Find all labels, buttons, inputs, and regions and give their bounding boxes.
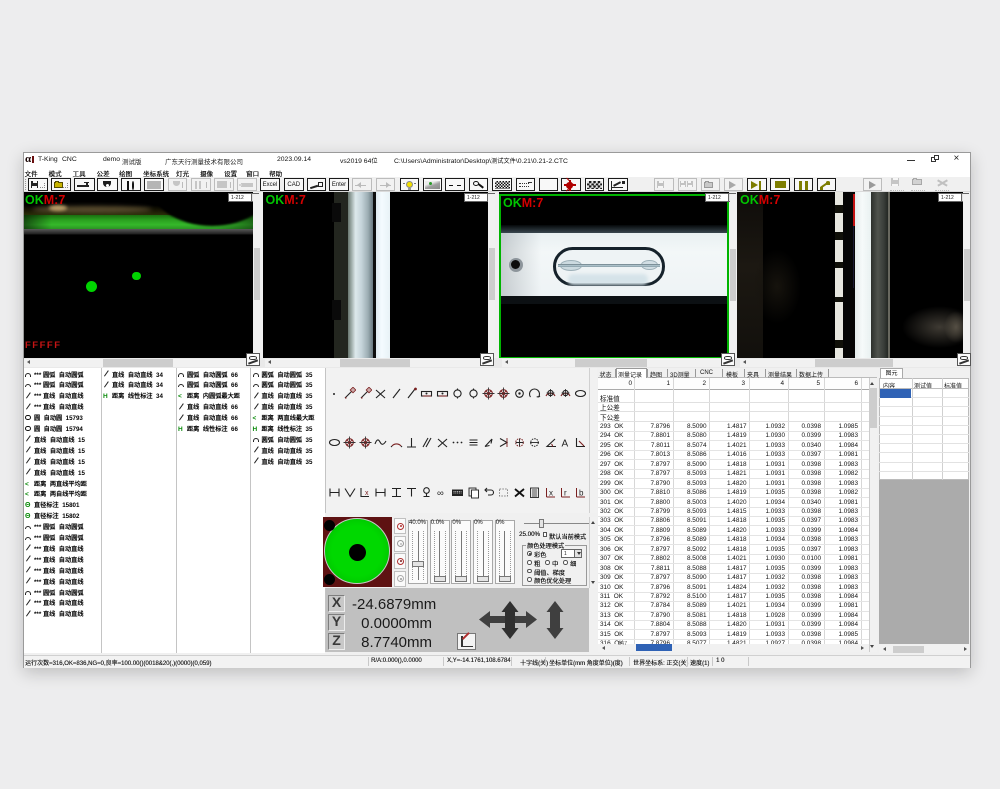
svg-text:r: r [564, 488, 567, 497]
svg-text:∞: ∞ [437, 488, 444, 499]
svg-text:x: x [549, 488, 553, 497]
svg-text:x: x [365, 490, 369, 497]
svg-text:b: b [579, 488, 584, 497]
svg-text:A: A [562, 439, 569, 450]
